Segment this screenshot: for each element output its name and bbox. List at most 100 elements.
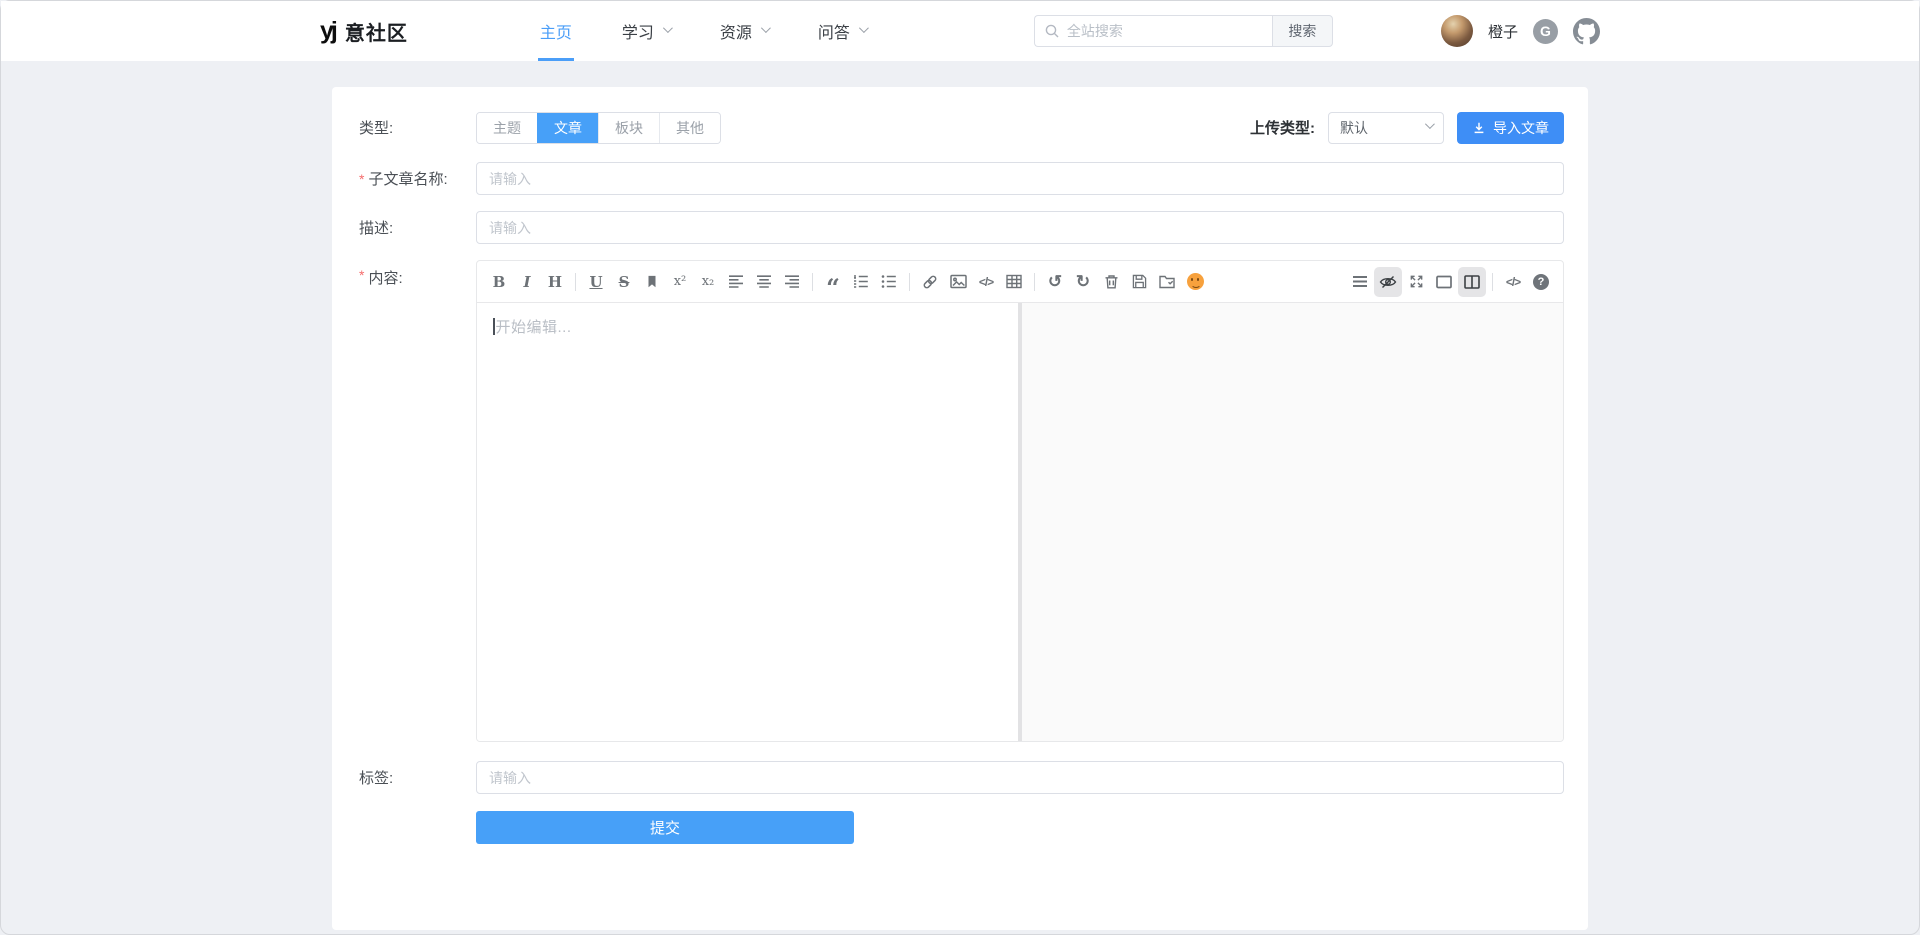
redo-button[interactable]: ↻ [1069,267,1097,297]
heading-icon: H [548,273,562,291]
g-logo-icon[interactable]: G [1533,19,1558,44]
upload-type-select[interactable]: 默认 [1328,112,1444,144]
align-right-icon [784,274,800,289]
subarticle-name-input[interactable] [476,162,1564,195]
bold-button[interactable]: B [485,267,513,297]
mark-button[interactable] [638,267,666,297]
bold-icon: B [493,273,506,291]
emoji-icon [1187,273,1204,290]
import-label: 导入文章 [1493,118,1549,138]
submit-row: 提交 [476,811,1564,844]
split-view-button[interactable] [1458,267,1486,297]
preview-only-button[interactable] [1430,267,1458,297]
image-button[interactable] [944,267,972,297]
unordered-list-button[interactable] [875,267,903,297]
superscript-button[interactable]: x² [666,267,694,297]
avatar[interactable] [1441,15,1473,47]
strikethrough-icon: S [619,273,630,291]
nav-label: 主页 [540,19,572,43]
fullscreen-icon [1409,274,1424,289]
undo-button[interactable]: ↺ [1041,267,1069,297]
nav-item-learn[interactable]: 学习 [622,1,670,61]
tags-input[interactable] [476,761,1564,794]
search-button[interactable]: 搜索 [1272,15,1333,47]
chevron-down-icon [859,23,869,33]
align-center-button[interactable] [750,267,778,297]
type-option-other[interactable]: 其他 [659,113,720,143]
code-button[interactable]: </> [972,267,1000,297]
help-button[interactable]: ? [1527,267,1555,297]
align-right-button[interactable] [778,267,806,297]
description-row: 描述: [359,211,1564,244]
align-left-button[interactable] [722,267,750,297]
tags-row: 标签: [359,761,1564,794]
italic-button[interactable]: I [513,267,541,297]
type-option-board[interactable]: 板块 [598,113,659,143]
import-article-button[interactable]: 导入文章 [1457,112,1564,144]
preview-toggle-button[interactable] [1374,267,1402,297]
fullscreen-button[interactable] [1402,267,1430,297]
toolbar-divider [1034,273,1035,291]
content-label: *内容: [359,260,476,742]
table-button[interactable] [1000,267,1028,297]
toc-button[interactable] [1346,267,1374,297]
link-button[interactable] [916,267,944,297]
italic-icon: I [523,273,530,291]
table-icon [1006,274,1022,289]
tags-label: 标签: [359,761,476,794]
unordered-list-icon [881,274,897,289]
required-mark: * [359,171,364,187]
site-search: 搜索 [1034,15,1333,47]
link-icon [922,274,938,290]
underline-button[interactable]: U [582,267,610,297]
type-option-topic[interactable]: 主题 [477,113,537,143]
subscript-button[interactable]: x₂ [694,267,722,297]
underline-icon: U [589,273,602,291]
eye-off-icon [1379,274,1397,290]
toolbar-divider [812,273,813,291]
heading-button[interactable]: H [541,267,569,297]
main-nav: 主页 学习 资源 问答 [540,1,866,61]
brand[interactable]: yj 意社区 [320,17,408,46]
header: yj 意社区 主页 学习 资源 问答 搜索 橙子 G [1,1,1919,61]
nav-item-qa[interactable]: 问答 [818,1,866,61]
nav-item-home[interactable]: 主页 [540,1,572,61]
bookmark-icon [645,274,659,289]
redo-icon: ↻ [1076,272,1090,292]
source-code-icon: </> [1506,275,1520,289]
editor-body: 开始编辑... [477,303,1563,741]
nav-item-resources[interactable]: 资源 [720,1,768,61]
emoji-button[interactable] [1181,267,1209,297]
align-center-icon [756,274,772,289]
superscript-icon: x² [674,274,687,289]
chevron-down-icon [761,23,771,33]
download-icon [1472,121,1486,135]
ordered-list-icon [853,274,869,289]
source-code-button[interactable]: </> [1499,267,1527,297]
github-icon[interactable] [1573,18,1600,45]
strikethrough-button[interactable]: S [610,267,638,297]
select-value: 默认 [1340,118,1368,138]
quote-button[interactable]: “ [819,267,847,297]
upload-type-label: 上传类型: [1250,117,1315,138]
content-row: *内容: B I H U S x² x₂ “ [359,260,1564,742]
subscript-icon: x₂ [702,274,715,289]
editor-preview-pane [1022,303,1563,741]
save-button[interactable] [1125,267,1153,297]
type-label: 类型: [359,111,476,144]
text-caret [493,318,495,335]
description-input[interactable] [476,211,1564,244]
chevron-down-icon [663,23,673,33]
submit-button[interactable]: 提交 [476,811,854,844]
delete-button[interactable] [1097,267,1125,297]
draft-folder-button[interactable] [1153,267,1181,297]
ordered-list-button[interactable] [847,267,875,297]
type-option-article[interactable]: 文章 [537,113,598,143]
search-input[interactable] [1034,15,1272,47]
site-title: 意社区 [345,17,408,46]
label-text: 子文章名称: [368,168,447,189]
editor-input-pane[interactable]: 开始编辑... [477,303,1018,741]
folder-icon [1159,274,1175,289]
align-left-icon [728,274,744,289]
toolbar-divider [575,273,576,291]
